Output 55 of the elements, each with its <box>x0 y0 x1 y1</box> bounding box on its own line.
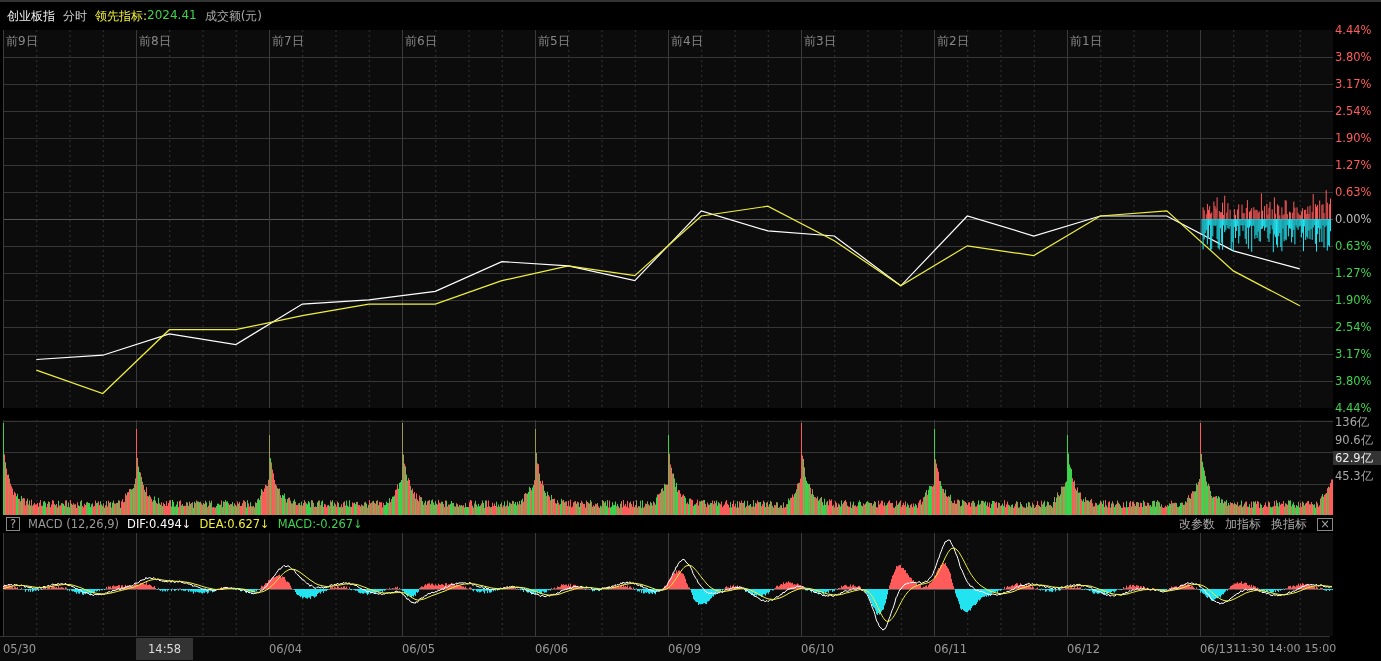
day-label: 前7日 <box>271 33 305 50</box>
day-label: 前1日 <box>1069 33 1103 50</box>
y-axis-label: 0.00% <box>1335 212 1373 227</box>
time-label: 15:00 <box>1304 642 1337 656</box>
time-label: 11:30 <box>1233 642 1265 656</box>
time-label: 06/13 <box>1200 642 1234 656</box>
y-axis-label: 4.44% <box>1335 23 1373 38</box>
y-axis-label: 3.80% <box>1335 50 1373 65</box>
indicator-reading: DEA:0.627↓ <box>199 517 270 531</box>
time-label: 06/06 <box>535 642 570 656</box>
indicator-button[interactable]: 换指标 <box>1271 516 1308 532</box>
current-value-tag: 62.9亿 <box>1333 451 1381 465</box>
day-label: 前9日 <box>5 33 39 50</box>
time-label: 05/30 <box>3 642 38 656</box>
day-label: 前5日 <box>537 33 571 50</box>
volume-label: 成交额(元) <box>204 8 263 25</box>
day-label: 前4日 <box>670 33 704 50</box>
time-label: 06/05 <box>402 642 437 656</box>
cursor-time-tag: 14:58 <box>136 638 194 660</box>
axis-label: 45.3亿 <box>1334 469 1374 483</box>
indicator-label: 领先指标: <box>95 8 148 25</box>
y-axis-label: 3.17% <box>1335 347 1373 362</box>
y-axis-label: 1.90% <box>1335 131 1373 146</box>
day-label: 前3日 <box>803 33 837 50</box>
y-axis-label: 3.80% <box>1335 374 1373 389</box>
y-axis-label: 1.27% <box>1335 266 1373 281</box>
day-label: 前8日 <box>138 33 172 50</box>
chart-mode[interactable]: 分时 <box>63 8 87 25</box>
time-label: 06/09 <box>668 642 703 656</box>
y-axis-label: 4.44% <box>1335 401 1373 416</box>
day-label: 前2日 <box>936 33 970 50</box>
indicator-reading: MACD:-0.267↓ <box>277 517 363 531</box>
time-label: 06/12 <box>1067 642 1102 656</box>
index-name: 创业板指 <box>7 8 55 25</box>
axis-label: 90.6亿 <box>1334 433 1374 447</box>
indicator-button[interactable]: 加指标 <box>1225 516 1262 532</box>
help-button[interactable]: ? <box>6 517 21 531</box>
close-button[interactable]: × <box>1317 517 1333 531</box>
indicator-title: MACD (12,26,9) <box>28 517 120 531</box>
indicator-reading: DIF:0.494↓ <box>127 517 192 531</box>
y-axis-label: 0.63% <box>1335 239 1373 254</box>
time-label: 06/10 <box>801 642 836 656</box>
indicator-value: 2024.41 <box>147 8 197 24</box>
y-axis-label: 1.27% <box>1335 158 1373 173</box>
time-label: 06/11 <box>934 642 969 656</box>
axis-label: 136亿 <box>1334 415 1370 429</box>
day-label: 前6日 <box>404 33 438 50</box>
time-label: 14:00 <box>1268 642 1301 656</box>
indicator-button[interactable]: 改参数 <box>1179 516 1216 532</box>
y-axis-label: 0.63% <box>1335 185 1373 200</box>
time-label: 06/04 <box>269 642 304 656</box>
y-axis-label: 2.54% <box>1335 104 1373 119</box>
y-axis-label: 1.90% <box>1335 293 1373 308</box>
y-axis-label: 3.17% <box>1335 77 1373 92</box>
y-axis-label: 2.54% <box>1335 320 1373 335</box>
